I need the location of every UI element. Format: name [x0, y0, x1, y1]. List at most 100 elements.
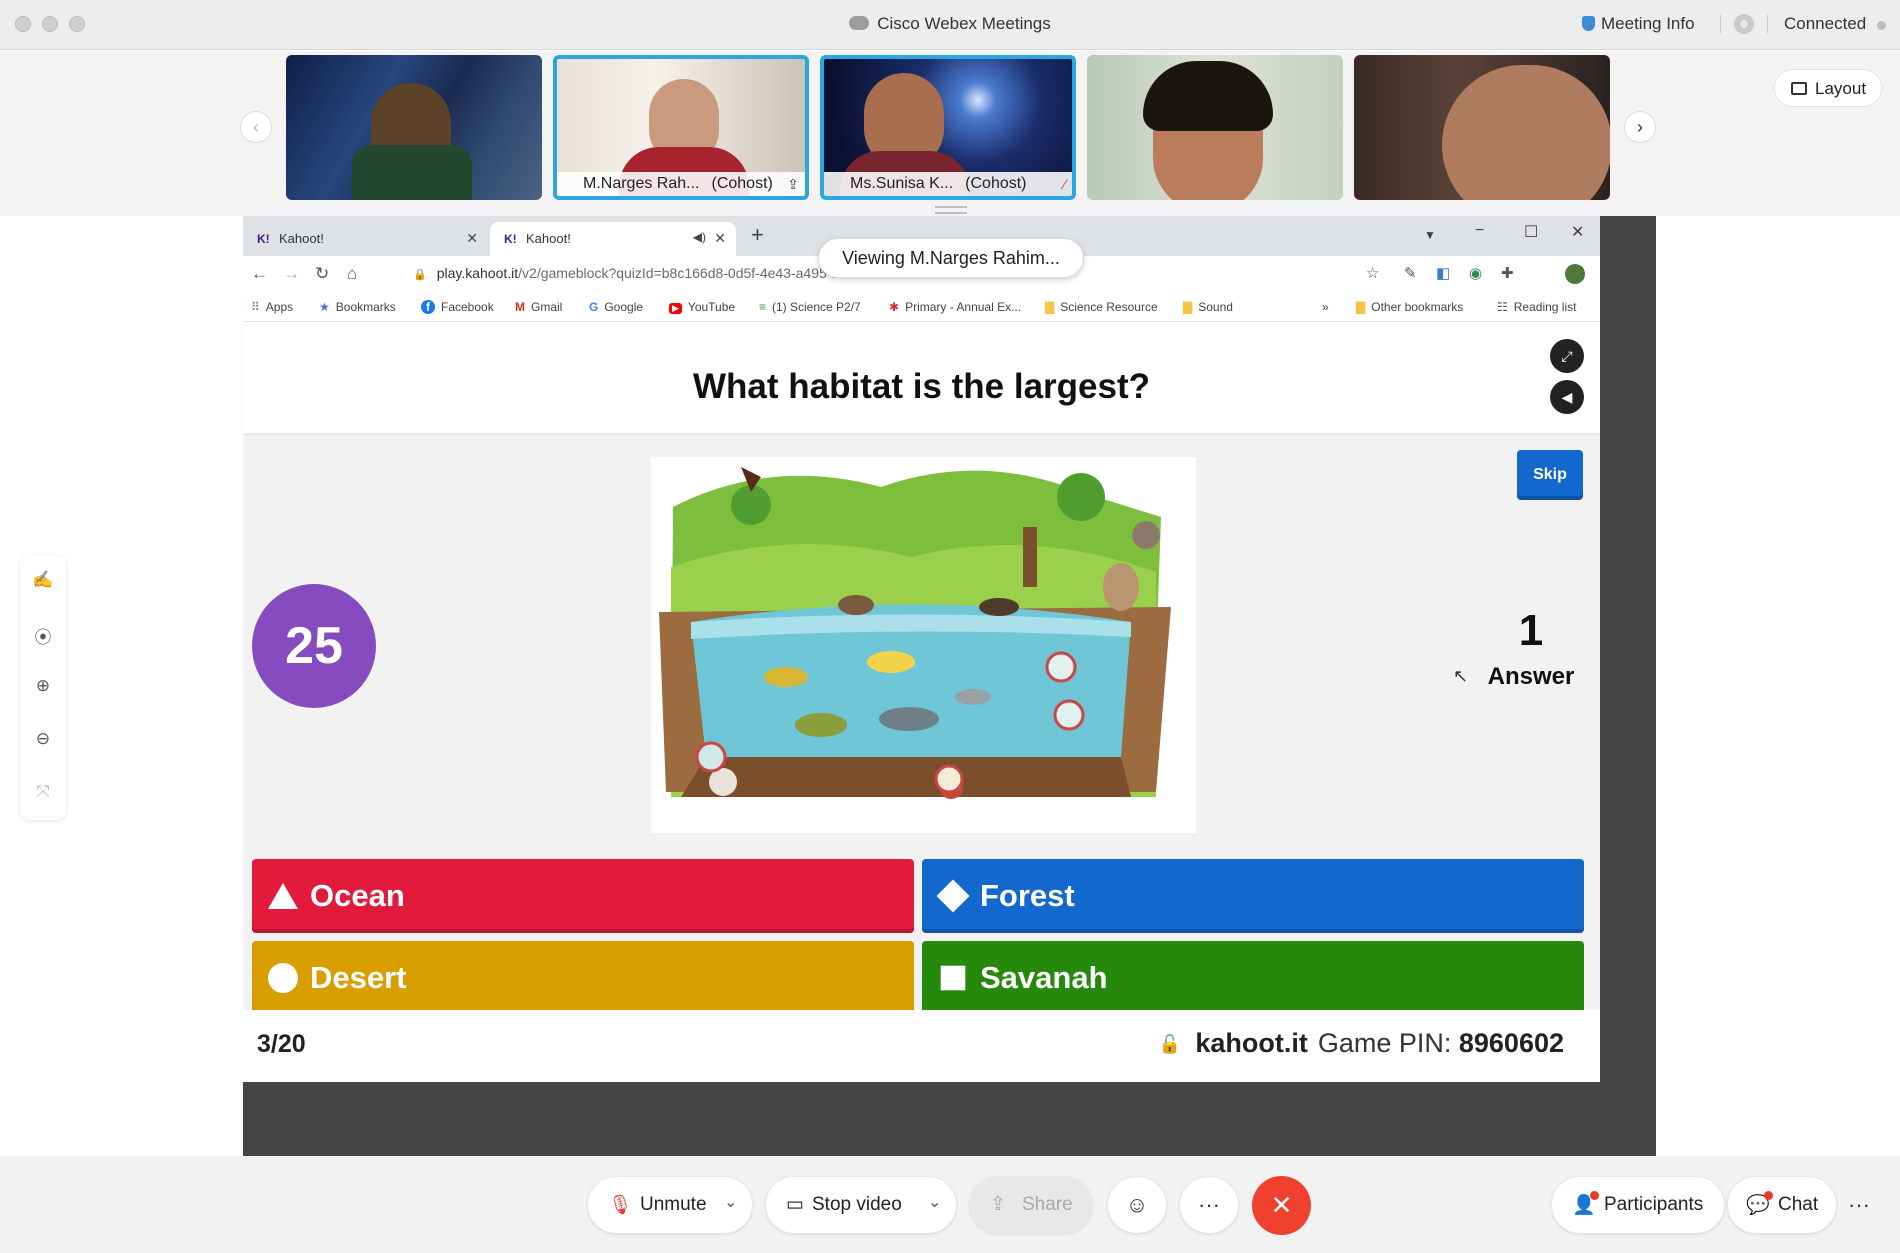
bookmark-star-icon[interactable]: ☆ [1366, 264, 1379, 282]
strip-prev-button[interactable]: ‹ [240, 111, 272, 143]
menu-kebab-icon[interactable]: ⋮ [1575, 264, 1590, 282]
answer-label: Ocean [310, 878, 405, 913]
bookmark-folder[interactable]: ▇ Sound [1183, 300, 1233, 314]
primary-icon: ✱ [889, 300, 900, 314]
zoom-in-icon[interactable]: ⊕ [20, 676, 66, 696]
forward-icon[interactable]: → [283, 264, 300, 284]
answer-label: Savanah [980, 960, 1108, 995]
reading-list-icon: ☷ [1497, 300, 1508, 314]
question-image [651, 457, 1196, 833]
participant-video[interactable] [286, 55, 542, 200]
kahoot-game-page: What habitat is the largest? ⤢ ◀ Skip 25… [243, 323, 1600, 1082]
panel-options-icon[interactable]: ··· [1836, 1177, 1882, 1233]
maximize-icon[interactable]: ☐ [1524, 222, 1538, 242]
answer-option-ocean[interactable]: Ocean [252, 859, 914, 933]
bookmark-label: Facebook [441, 300, 494, 314]
answer-option-forest[interactable]: Forest [922, 859, 1584, 933]
bookmark-item[interactable]: f Facebook [421, 300, 494, 314]
extensions-puzzle-icon[interactable]: ✚ [1501, 264, 1514, 282]
end-meeting-button[interactable]: ✕ [1252, 1176, 1311, 1235]
chevron-down-icon[interactable]: ⌄ [724, 1192, 737, 1212]
reactions-icon[interactable]: ☺ [1108, 1177, 1166, 1233]
address-bar[interactable]: 🔒 play.kahoot.it/v2/gameblock?quizId=b8c1… [413, 265, 843, 281]
video-person-body [352, 145, 472, 200]
bookmark-item[interactable]: ≡ (1) Science P2/7 [759, 300, 861, 314]
circle-icon [268, 963, 298, 993]
video-camera-icon: ▭ [786, 1194, 804, 1215]
bookmarks-more-button[interactable]: » [1322, 300, 1329, 314]
question-progress: 3/20 [257, 1030, 306, 1058]
cohost-label: (Cohost) [965, 175, 1027, 192]
connection-status: Connected [1784, 14, 1867, 33]
extension-globe-icon[interactable]: ◉ [1469, 264, 1482, 282]
answer-option-savanah[interactable]: Savanah [922, 941, 1584, 1015]
folder-icon: ▇ [1356, 300, 1366, 314]
tab-title: Kahoot! [526, 231, 571, 246]
meeting-info-label: Meeting Info [1601, 14, 1695, 33]
bookmark-item[interactable]: M Gmail [515, 300, 562, 314]
participant-name-text: Ms.Sunisa K... [850, 175, 954, 192]
bookmark-label: Apps [265, 300, 294, 314]
participants-button[interactable]: 👤 Participants [1552, 1177, 1724, 1233]
divider [1767, 15, 1768, 33]
bookmark-item[interactable]: ▶ YouTube [669, 300, 735, 314]
browser-tab[interactable]: K! Kahoot! ✕ [243, 222, 488, 256]
new-tab-icon[interactable]: + [751, 222, 764, 248]
reading-list-button[interactable]: ☷ Reading list [1497, 300, 1576, 314]
home-icon[interactable]: ⌂ [347, 264, 357, 284]
fullscreen-icon[interactable]: ⤢ [1550, 339, 1584, 373]
participant-video[interactable] [1354, 55, 1610, 200]
question-title: What habitat is the largest? [693, 367, 1150, 406]
share-icon: ⇪ [990, 1194, 1006, 1215]
unmute-button[interactable]: 🎙 Unmute ⌄ [588, 1177, 752, 1233]
close-tab-icon[interactable]: ✕ [466, 230, 478, 247]
sound-icon[interactable]: ◀ [1550, 380, 1584, 414]
eyedropper-icon[interactable]: ✎ [1404, 264, 1417, 282]
tab-audio-icon[interactable]: ◀) [693, 230, 706, 244]
chat-button[interactable]: 💬 Chat [1728, 1177, 1836, 1233]
skip-button[interactable]: Skip [1517, 450, 1583, 500]
remote-control-icon[interactable]: ⦿ [20, 623, 66, 648]
folder-icon: ▇ [1045, 300, 1055, 314]
bookmark-item[interactable]: ✱ Primary - Annual Ex... [889, 300, 1021, 314]
participants-label: Participants [1604, 1194, 1704, 1215]
answer-option-desert[interactable]: Desert [252, 941, 914, 1015]
bookmark-item[interactable]: ⠿ Apps [251, 300, 293, 314]
resize-grip-icon[interactable] [935, 206, 967, 214]
share-button[interactable]: ⇪ Share [970, 1177, 1092, 1233]
meeting-info-button[interactable]: Meeting Info [1582, 14, 1695, 34]
recording-indicator-icon[interactable] [1734, 14, 1754, 34]
back-icon[interactable]: ← [251, 264, 268, 284]
participant-video[interactable]: Ms.Sunisa K... (Cohost) ⁄ [820, 55, 1076, 200]
zoom-out-icon[interactable]: ⊖ [20, 729, 66, 749]
fit-to-window-icon[interactable]: ⤧ [20, 782, 66, 802]
video-person [1442, 65, 1610, 200]
participant-video[interactable]: M.Narges Rah... (Cohost) ⇪ [553, 55, 809, 200]
habitat-illustration [651, 457, 1196, 833]
extension-icon[interactable]: ◧ [1436, 264, 1450, 282]
bookmark-label: Reading list [1513, 300, 1577, 314]
chevron-down-icon[interactable]: ⌄ [928, 1192, 941, 1212]
bookmark-label: Science Resource [1060, 300, 1158, 314]
minimize-icon[interactable]: − [1475, 222, 1484, 240]
google-icon: G [589, 300, 599, 314]
close-icon[interactable]: ✕ [1571, 222, 1584, 242]
bookmark-label: (1) Science P2/7 [772, 300, 861, 314]
bookmark-item[interactable]: ★ Bookmarks [319, 300, 396, 314]
annotate-pen-icon[interactable]: ✍ [20, 570, 66, 590]
more-options-icon[interactable]: ··· [1180, 1177, 1238, 1233]
tab-title: Kahoot! [279, 231, 324, 246]
bookmark-label: Gmail [531, 300, 563, 314]
reload-icon[interactable]: ↻ [315, 264, 329, 284]
participant-video[interactable] [1087, 55, 1343, 200]
close-tab-icon[interactable]: ✕ [714, 230, 726, 247]
browser-tab-active[interactable]: K! Kahoot! ◀) ✕ [490, 222, 736, 256]
strip-next-button[interactable]: › [1624, 111, 1656, 143]
bookmark-item[interactable]: G Google [589, 300, 643, 314]
muted-mic-icon: 🎙 [608, 1195, 633, 1216]
tab-search-icon[interactable]: ▼ [1424, 228, 1436, 242]
other-bookmarks-folder[interactable]: ▇ Other bookmarks [1356, 300, 1463, 314]
stop-video-button[interactable]: ▭ Stop video ⌄ [766, 1177, 956, 1233]
bookmark-folder[interactable]: ▇ Science Resource [1045, 300, 1158, 314]
layout-button[interactable]: Layout [1774, 69, 1882, 107]
